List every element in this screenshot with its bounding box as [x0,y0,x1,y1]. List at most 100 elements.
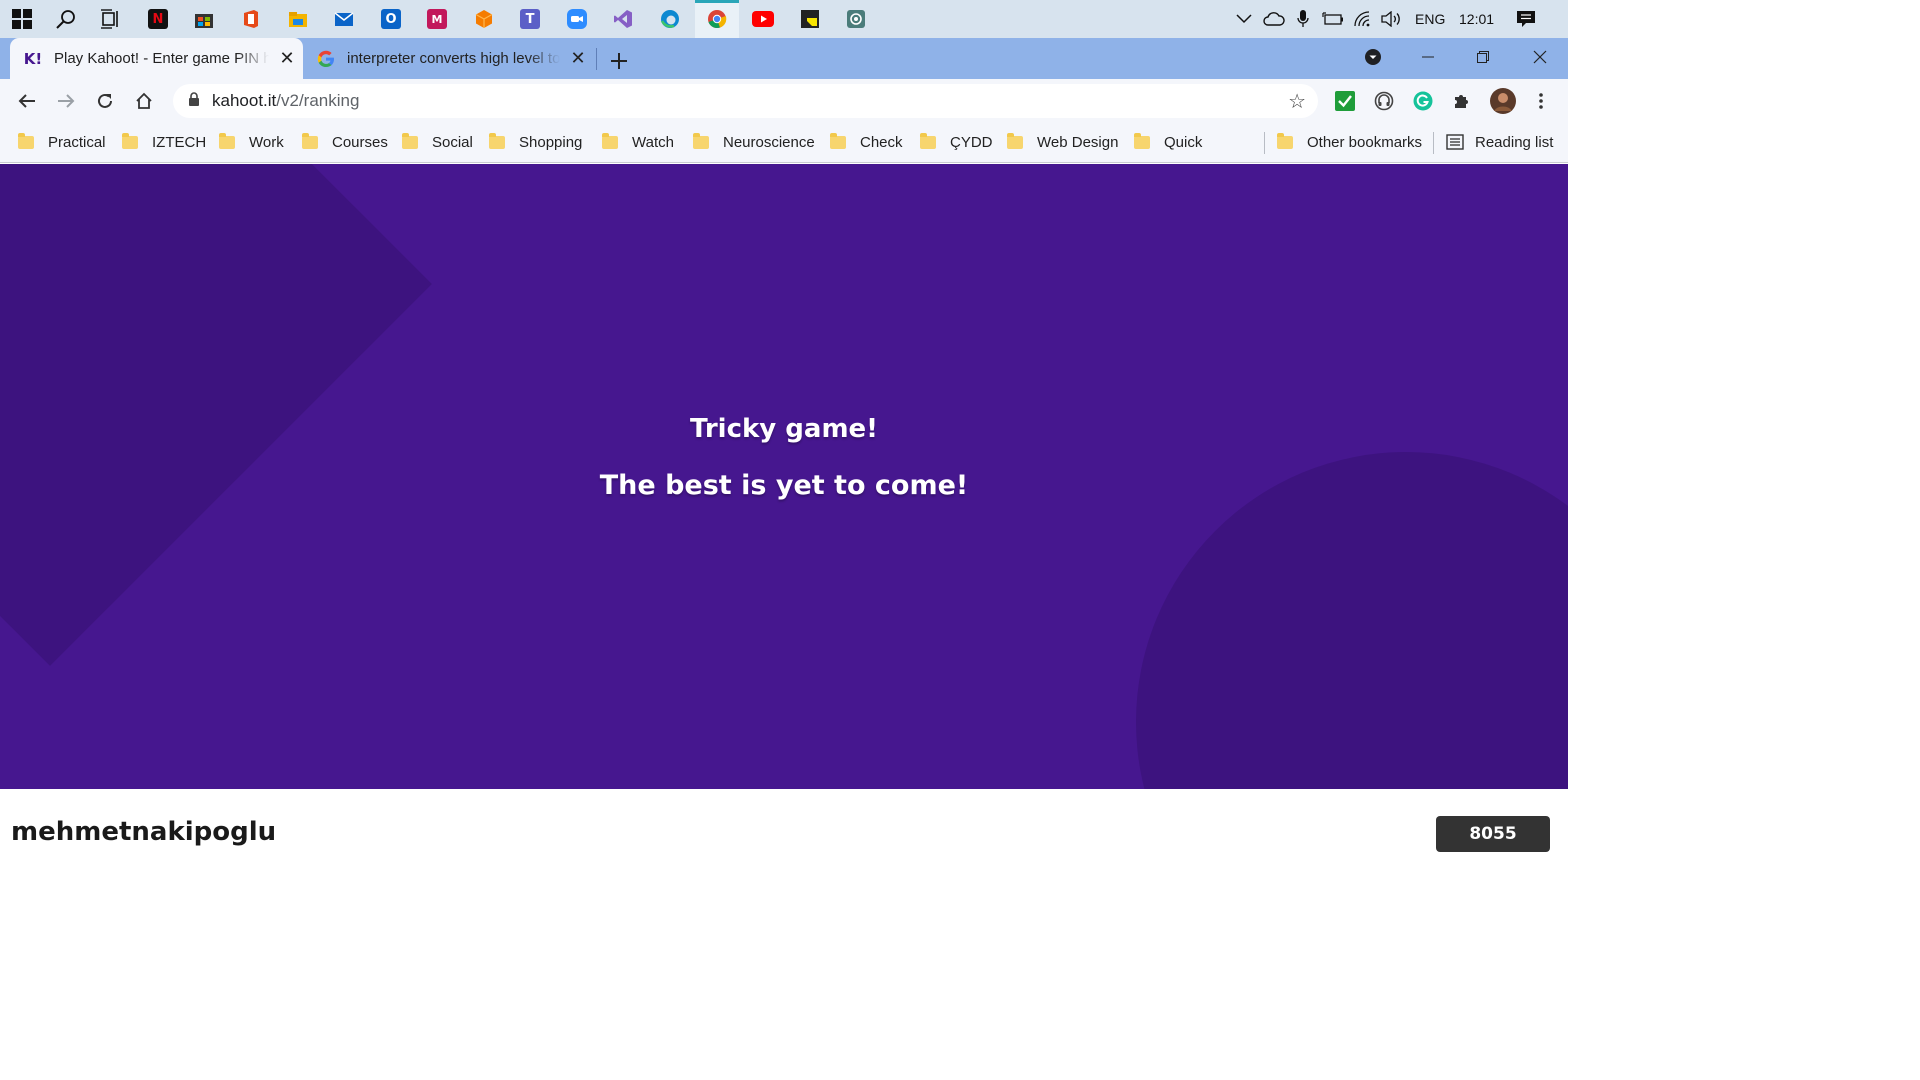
score-badge: 8055 [1436,816,1550,852]
bookmark-label: Quick [1164,133,1203,151]
folder-icon [219,132,235,149]
checkmark-extension-icon[interactable] [1334,90,1356,112]
folder-icon [402,132,418,149]
wifi-icon[interactable] [1354,0,1374,38]
bookmark-star-icon[interactable]: ☆ [1288,89,1306,114]
bookmarks-divider [1264,132,1265,154]
teams-icon[interactable]: T [517,6,543,32]
tab-kahoot[interactable]: K! Play Kahoot! - Enter game PIN here! ✕ [10,38,303,79]
show-hidden-icons-chevron-icon[interactable] [1236,0,1252,38]
url-text: kahoot.it/v2/ranking [212,91,359,111]
lock-icon[interactable] [188,91,200,111]
microsoft-store-icon[interactable] [191,6,217,32]
bookmark-label: Courses [332,133,388,151]
search-icon[interactable] [53,6,79,32]
onedrive-cloud-icon[interactable] [1263,0,1285,38]
other-bookmarks-folder[interactable]: Other bookmarks [1277,123,1422,161]
reading-list-icon [1446,134,1464,150]
bookmark-folder-watch[interactable]: Watch [602,123,674,161]
kahoot-favicon-icon: K! [23,49,43,68]
task-view-icon[interactable] [97,6,123,32]
youtube-icon[interactable] [750,6,776,32]
zoom-icon[interactable] [564,6,590,32]
notifications-icon[interactable] [1516,0,1536,38]
url-path: /v2/ranking [276,91,360,110]
restore-button[interactable] [1455,38,1511,76]
reload-button[interactable] [92,88,118,114]
folder-icon [18,132,34,149]
feedback-message-title: Tricky game! [689,414,879,444]
bookmark-folder-web-design[interactable]: Web Design [1007,123,1118,161]
url-host: kahoot.it [212,91,277,110]
volume-icon[interactable] [1381,0,1403,38]
folder-icon [1277,132,1293,149]
forward-button[interactable] [53,88,79,114]
bookmark-label: Other bookmarks [1307,133,1423,151]
microphone-icon[interactable] [1297,0,1309,38]
clock[interactable]: 12:01 [1459,0,1494,38]
bookmark-label: Shopping [519,133,583,151]
bookmark-folder-neuroscience[interactable]: Neuroscience [693,123,815,161]
bookmark-folder-practical[interactable]: Practical [18,123,106,161]
netflix-icon[interactable]: N [145,6,171,32]
player-name: mehmetnakipoglu [11,817,277,847]
outlook-icon[interactable]: O [378,6,404,32]
tab-google-search[interactable]: interpreter converts high level to ✕ [303,38,593,79]
new-tab-button[interactable] [610,46,628,77]
reading-list-label: Reading list [1475,133,1554,151]
bookmark-folder-social[interactable]: Social [402,123,473,161]
browser-toolbar: kahoot.it/v2/ranking ☆ [0,79,1568,123]
profile-avatar[interactable] [1490,88,1516,114]
bookmark-label: Watch [632,133,674,151]
bookmark-folder-check[interactable]: Check [830,123,903,161]
office-icon[interactable] [238,6,264,32]
folder-icon [693,132,709,149]
mail-icon[interactable] [331,6,357,32]
folder-icon [920,132,936,149]
bookmark-label: IZTECH [152,133,207,151]
windows-start-icon[interactable] [9,6,35,32]
bookmark-label: Neuroscience [723,133,815,151]
close-tab-icon[interactable]: ✕ [277,48,297,69]
chrome-menu-icon[interactable] [1530,90,1552,112]
grammarly-icon[interactable] [1412,90,1434,112]
edge-icon[interactable] [657,6,683,32]
player-footer: mehmetnakipoglu 8055 [0,789,1568,882]
chrome-icon[interactable] [704,6,730,32]
minimize-button[interactable] [1400,38,1456,76]
tab-search-button[interactable] [1345,38,1401,76]
bookmark-folder-iztech[interactable]: IZTECH [122,123,206,161]
reading-list-button[interactable]: Reading list [1446,123,1553,161]
bookmarks-bar: Practical IZTECH Work Courses Social Sho… [0,123,1568,163]
windows-taskbar: N O M T ENG 12:01 [0,0,1568,38]
visual-studio-icon[interactable] [610,6,636,32]
close-tab-icon[interactable]: ✕ [568,48,588,69]
bookmark-folder-shopping[interactable]: Shopping [489,123,582,161]
headphones-extension-icon[interactable] [1373,90,1395,112]
bookmark-folder-cydd[interactable]: ÇYDD [920,123,993,161]
package-icon[interactable] [471,6,497,32]
screen-capture-icon[interactable] [843,6,869,32]
sticky-notes-icon[interactable] [797,6,823,32]
language-indicator[interactable]: ENG [1415,0,1445,38]
bookmark-label: Practical [48,133,106,151]
bookmark-label: Social [432,133,473,151]
bookmark-folder-work[interactable]: Work [219,123,284,161]
bookmark-folder-courses[interactable]: Courses [302,123,388,161]
google-favicon-icon [317,50,335,68]
background-circle-shape [1136,452,1568,789]
folder-icon [830,132,846,149]
file-explorer-icon[interactable] [285,6,311,32]
home-button[interactable] [131,88,157,114]
bookmark-label: Web Design [1037,133,1119,151]
back-button[interactable] [14,88,40,114]
address-bar[interactable]: kahoot.it/v2/ranking ☆ [173,84,1318,118]
tab-title: Play Kahoot! - Enter game PIN here! [54,50,269,67]
battery-icon[interactable] [1322,0,1344,38]
folder-icon [602,132,618,149]
bookmark-folder-quick[interactable]: Quick [1134,123,1202,161]
extensions-puzzle-icon[interactable] [1451,90,1473,112]
mendeley-icon[interactable]: M [424,6,450,32]
bookmark-label: Check [860,133,903,151]
close-window-button[interactable] [1512,38,1568,76]
